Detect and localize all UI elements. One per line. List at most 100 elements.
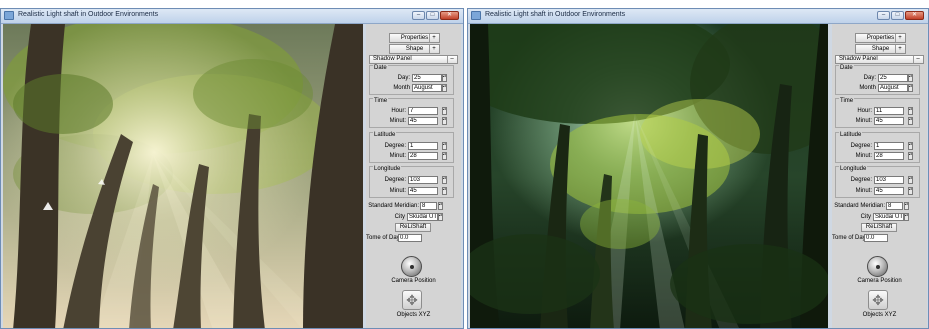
longitude-minut-spinner[interactable]: ▴▾ <box>442 187 447 195</box>
shadow-panel-header[interactable]: Shadow Panel – <box>369 55 458 64</box>
latitude-degree-spinner[interactable]: ▴▾ <box>908 142 913 150</box>
relishaft-button[interactable]: ReLiShaft <box>861 223 897 232</box>
hour-label: Hour: <box>857 108 872 114</box>
expand-icon: + <box>429 45 438 53</box>
standard-meridian-spinner[interactable]: ▴▾ <box>438 202 443 210</box>
longitude-minut-spinner[interactable]: ▴▾ <box>908 187 913 195</box>
collapse-icon: – <box>913 56 922 63</box>
group-title: Date <box>839 65 854 71</box>
shadow-panel-label: Shadow Panel <box>839 56 878 62</box>
group-title: Time <box>373 98 389 104</box>
month-select[interactable]: August <box>878 84 908 92</box>
control-panel: Properties + Shape + Shadow Panel – Date Da… <box>366 24 461 328</box>
title-bar[interactable]: Realistic Light shaft in Outdoor Environ… <box>1 9 463 24</box>
longitude-degree-spinner[interactable]: ▴▾ <box>908 176 913 184</box>
month-dropdown-arrow[interactable]: ▴▾ <box>442 84 447 92</box>
group-title: Longitude <box>839 166 868 172</box>
minimize-button[interactable]: – <box>877 11 890 20</box>
city-dropdown-arrow[interactable]: ▴▾ <box>904 213 909 221</box>
minut-label: Minut: <box>855 188 872 194</box>
render-viewport[interactable] <box>470 24 828 328</box>
hour-spinner[interactable]: ▴▾ <box>908 107 913 115</box>
properties-button[interactable]: Properties + <box>855 33 906 43</box>
latitude-minut-field[interactable]: 28 <box>874 152 904 160</box>
month-dropdown-arrow[interactable]: ▴▾ <box>908 84 913 92</box>
app-icon <box>4 11 14 20</box>
app-icon <box>471 11 481 20</box>
time-of-day-field[interactable]: 0.0 <box>398 234 422 242</box>
day-spinner[interactable]: ▴▾ <box>442 74 447 82</box>
longitude-minut-field[interactable]: 45 <box>874 187 904 195</box>
expand-icon: + <box>895 45 904 53</box>
latitude-degree-field[interactable]: 1 <box>408 142 438 150</box>
maximize-button[interactable]: □ <box>426 11 439 20</box>
hour-label: Hour: <box>391 108 406 114</box>
group-title: Time <box>839 98 855 104</box>
minut-spinner[interactable]: ▴▾ <box>908 117 913 125</box>
shadow-panel-label: Shadow Panel <box>373 56 412 62</box>
latitude-degree-spinner[interactable]: ▴▾ <box>442 142 447 150</box>
longitude-degree-field[interactable]: 103 <box>408 176 438 184</box>
latitude-minut-spinner[interactable]: ▴▾ <box>442 152 447 160</box>
forest-scene-morning <box>3 24 363 328</box>
hour-field[interactable]: 7 <box>408 107 438 115</box>
expand-icon: + <box>895 34 904 42</box>
day-field[interactable]: 25 <box>412 74 442 82</box>
longitude-group: Longitude Degree: 103 ▴▾ Minut: 45 ▴▾ <box>835 166 920 198</box>
hour-spinner[interactable]: ▴▾ <box>442 107 447 115</box>
objects-xyz-label: Objects XYZ <box>396 312 431 318</box>
minut-field[interactable]: 45 <box>874 117 904 125</box>
minut-label: Minut: <box>389 188 406 194</box>
shape-label: Shape <box>405 46 424 52</box>
shadow-panel-header[interactable]: Shadow Panel – <box>835 55 924 64</box>
hour-field[interactable]: 11 <box>874 107 904 115</box>
properties-label: Properties <box>400 35 429 41</box>
app-window-morning: Realistic Light shaft in Outdoor Environ… <box>0 8 464 329</box>
properties-button[interactable]: Properties + <box>389 33 440 43</box>
standard-meridian-field[interactable]: 8 <box>886 202 903 210</box>
degree-label: Degree: <box>850 177 872 183</box>
time-of-day-field[interactable]: 0.0 <box>864 234 888 242</box>
shape-label: Shape <box>871 46 890 52</box>
longitude-minut-field[interactable]: 45 <box>408 187 438 195</box>
objects-xyz-label: Objects XYZ <box>862 312 897 318</box>
latitude-minut-spinner[interactable]: ▴▾ <box>908 152 913 160</box>
day-spinner[interactable]: ▴▾ <box>908 74 913 82</box>
month-select[interactable]: August <box>412 84 442 92</box>
shape-button[interactable]: Shape + <box>855 44 906 54</box>
close-button[interactable]: ✕ <box>440 11 459 20</box>
standard-meridian-spinner[interactable]: ▴▾ <box>904 202 909 210</box>
longitude-degree-field[interactable]: 103 <box>874 176 904 184</box>
month-label: Month <box>859 85 876 91</box>
minut-field[interactable]: 45 <box>408 117 438 125</box>
latitude-minut-field[interactable]: 28 <box>408 152 438 160</box>
relishaft-button[interactable]: ReLiShaft <box>395 223 431 232</box>
group-title: Date <box>373 65 388 71</box>
day-label: Day: <box>863 75 876 81</box>
minimize-button[interactable]: – <box>412 11 425 20</box>
close-button[interactable]: ✕ <box>905 11 924 20</box>
standard-meridian-field[interactable]: 8 <box>420 202 437 210</box>
render-viewport[interactable] <box>3 24 363 328</box>
latitude-degree-field[interactable]: 1 <box>874 142 904 150</box>
time-group: Time Hour: 11 ▴▾ Minut: 45 ▴▾ <box>835 98 920 128</box>
maximize-button[interactable]: □ <box>891 11 904 20</box>
longitude-degree-spinner[interactable]: ▴▾ <box>442 176 447 184</box>
camera-position-icon[interactable] <box>867 256 888 277</box>
city-select[interactable]: Skudai UTM <box>873 213 904 221</box>
city-select[interactable]: Skudai UTM <box>407 213 438 221</box>
objects-xyz-icon[interactable]: ✥ <box>402 290 422 310</box>
minut-label: Minut: <box>855 153 872 159</box>
city-dropdown-arrow[interactable]: ▴▾ <box>438 213 443 221</box>
camera-position-label: Camera Position <box>391 278 436 284</box>
camera-position-icon[interactable] <box>401 256 422 277</box>
time-of-day-label: Tome of Day: <box>366 235 402 241</box>
shape-button[interactable]: Shape + <box>389 44 440 54</box>
title-bar[interactable]: Realistic Light shaft in Outdoor Environ… <box>468 9 928 24</box>
window-title: Realistic Light shaft in Outdoor Environ… <box>18 11 159 18</box>
time-of-day-label: Tome of Day: <box>832 235 868 241</box>
day-field[interactable]: 25 <box>878 74 908 82</box>
objects-xyz-icon[interactable]: ✥ <box>868 290 888 310</box>
minut-spinner[interactable]: ▴▾ <box>442 117 447 125</box>
minut-label: Minut: <box>389 153 406 159</box>
